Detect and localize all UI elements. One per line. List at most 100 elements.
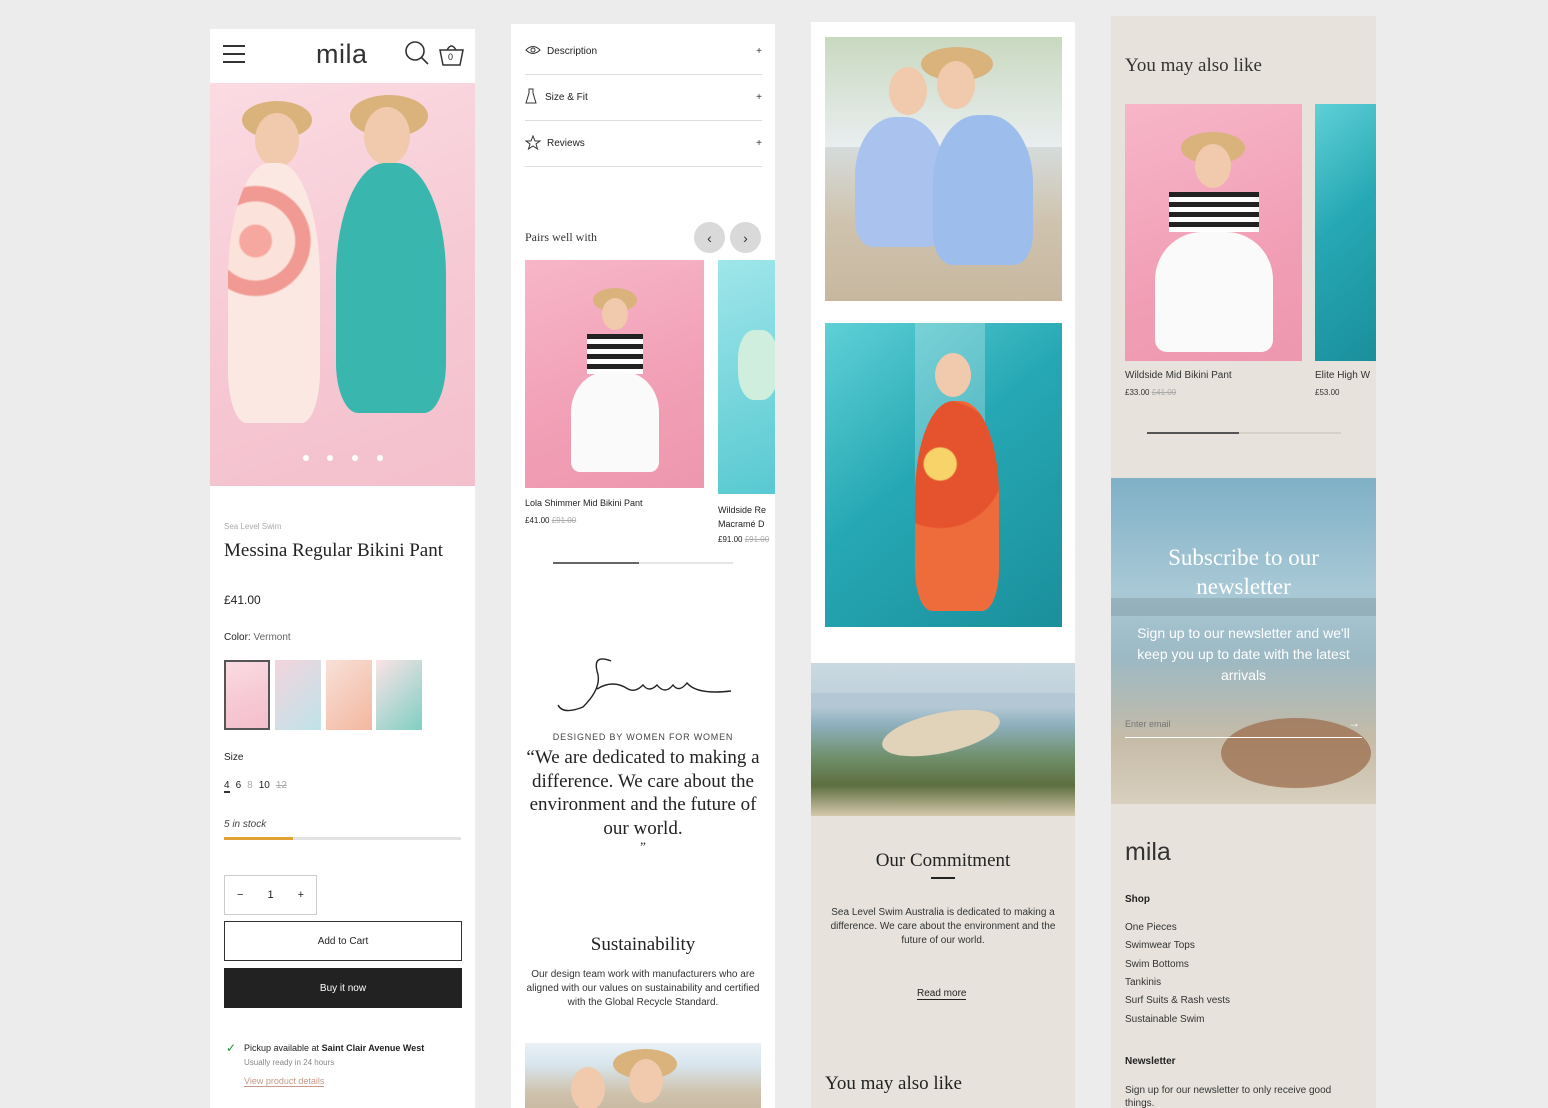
email-input[interactable]	[1125, 719, 1325, 729]
teal-wall-image	[825, 323, 1062, 627]
product-page-panel: mila 0 Sea Level Swim Messina Regular Bi…	[210, 29, 475, 1108]
check-icon: ✓	[226, 1041, 237, 1055]
color-swatch-4[interactable]	[376, 660, 422, 730]
arrow-right-icon[interactable]: →	[1348, 716, 1360, 730]
coastline-image	[811, 663, 1075, 816]
commitment-divider	[931, 877, 955, 879]
footer-link-swimwear-tops[interactable]: Swimwear Tops	[1125, 940, 1195, 951]
size-option-6[interactable]: 6	[236, 780, 242, 793]
product-card-image[interactable]	[525, 260, 704, 488]
footer-link-tankinis[interactable]: Tankinis	[1125, 977, 1161, 988]
carousel-scrollbar-thumb[interactable]	[553, 562, 639, 564]
carousel-dot-3[interactable]	[352, 455, 358, 461]
dress-icon	[525, 88, 537, 107]
size-option-12[interactable]: 12	[276, 780, 287, 793]
search-icon[interactable]	[404, 40, 430, 71]
price: £91.00	[718, 535, 743, 544]
product-price: £41.00	[224, 593, 261, 607]
recommend-scrollbar[interactable]	[1147, 432, 1341, 434]
accordion-reviews[interactable]: Reviews +	[524, 121, 762, 167]
recommend-card-image-2[interactable]	[1315, 104, 1376, 361]
eye-icon	[525, 45, 541, 58]
footer-link-swim-bottoms[interactable]: Swim Bottoms	[1125, 959, 1189, 970]
product-card-image-2[interactable]	[718, 260, 775, 494]
product-brand[interactable]: Sea Level Swim	[224, 522, 281, 531]
recommend-card-name-2[interactable]: Elite High W	[1315, 370, 1370, 381]
old-price: £91.00	[551, 516, 577, 525]
carousel-dot-2[interactable]	[327, 455, 333, 461]
add-to-cart-button[interactable]: Add to Cart	[224, 921, 462, 961]
carousel-dot-1[interactable]	[303, 455, 309, 461]
stock-bar-fill	[224, 837, 293, 840]
carousel-scrollbar[interactable]	[553, 562, 733, 564]
size-option-10[interactable]: 10	[259, 780, 270, 793]
pairs-title: Pairs well with	[525, 230, 597, 244]
product-card-name-2[interactable]: Wildside Re Macramé D	[718, 503, 775, 531]
stock-text: 5 in stock	[224, 819, 267, 830]
pickup-text: Pickup available at Saint Clair Avenue W…	[244, 1043, 469, 1053]
old-price: £41.00	[1151, 388, 1177, 397]
sustainability-body: Our design team work with manufacturers …	[526, 969, 760, 1008]
lifestyle-image	[525, 1043, 761, 1108]
newsletter-heading: Newsletter	[1125, 1056, 1176, 1067]
size-option-4[interactable]: 4	[224, 780, 230, 793]
signature-logo	[553, 649, 733, 719]
also-like-title: You may also like	[1125, 55, 1262, 76]
recommend-scrollbar-thumb[interactable]	[1147, 432, 1239, 434]
pickup-prefix: Pickup available at	[244, 1043, 320, 1053]
cart-count: 0	[448, 52, 454, 62]
footer-link-surf-suits[interactable]: Surf Suits & Rash vests	[1125, 995, 1230, 1006]
shop-heading: Shop	[1125, 894, 1150, 905]
footer-panel: You may also like Wildside Mid Bikini Pa…	[1111, 16, 1376, 1108]
recommend-card-image[interactable]	[1125, 104, 1302, 361]
menu-icon[interactable]	[223, 45, 245, 63]
product-card-price-2: £91.00 £91.00	[718, 535, 769, 544]
product-card-name[interactable]: Lola Shimmer Mid Bikini Pant	[525, 498, 643, 508]
newsletter-title: Subscribe to our newsletter	[1168, 545, 1319, 599]
color-swatch-3[interactable]	[326, 660, 372, 730]
recommend-card-name[interactable]: Wildside Mid Bikini Pant	[1125, 370, 1232, 381]
buy-now-button[interactable]: Buy it now	[224, 968, 462, 1008]
logo[interactable]: mila	[316, 39, 368, 70]
read-more-link[interactable]: Read more	[917, 988, 967, 1000]
details-panel: Description + Size & Fit + Reviews + Pai…	[511, 24, 775, 1108]
qty-plus-button[interactable]: +	[298, 889, 304, 901]
sustainability-title: Sustainability	[590, 934, 696, 955]
plus-icon: +	[756, 92, 762, 103]
prev-arrow-button[interactable]: ‹	[694, 222, 725, 253]
commitment-body: Sea Level Swim Australia is dedicated to…	[830, 907, 1056, 946]
product-hero-image[interactable]	[210, 83, 475, 486]
recommend-card-price: £33.00 £41.00	[1125, 388, 1176, 397]
size-options: 4 6 8 10 12	[224, 780, 293, 793]
price: £33.00	[1125, 388, 1150, 397]
carousel-dot-4[interactable]	[377, 455, 383, 461]
color-swatch-2[interactable]	[275, 660, 321, 730]
plus-icon: +	[756, 46, 762, 57]
also-like-title: You may also like	[825, 1073, 962, 1094]
quote: “We are dedicated to making a difference…	[526, 747, 760, 839]
footer-link-one-pieces[interactable]: One Pieces	[1125, 922, 1177, 933]
cart-icon[interactable]: 0	[437, 41, 466, 67]
newsletter-body: Sign up to our newsletter and we'll keep…	[1137, 625, 1350, 683]
color-swatch-1[interactable]	[224, 660, 270, 730]
product-card-price: £41.00 £91.00	[525, 516, 576, 525]
size-option-8[interactable]: 8	[247, 780, 253, 793]
qty-value[interactable]: 1	[267, 889, 273, 901]
next-arrow-button[interactable]: ›	[730, 222, 761, 253]
commitment-title: Our Commitment	[875, 850, 1011, 871]
qty-minus-button[interactable]: −	[237, 889, 243, 901]
price: £41.00	[525, 516, 550, 525]
color-row: Color: Vermont	[224, 632, 291, 643]
footer-logo[interactable]: mila	[1125, 838, 1171, 867]
accordion-description[interactable]: Description +	[525, 29, 762, 75]
color-value: Vermont	[253, 632, 291, 643]
pickup-location: Saint Clair Avenue West	[321, 1043, 425, 1053]
stock-bar	[224, 837, 461, 840]
footer-link-sustainable-swim[interactable]: Sustainable Swim	[1125, 1014, 1204, 1025]
beach-image	[825, 37, 1062, 301]
quantity-stepper: − 1 +	[224, 875, 317, 915]
view-details-link[interactable]: View product details	[244, 1076, 325, 1087]
email-field[interactable]: →	[1125, 714, 1362, 738]
accordion-size-fit[interactable]: Size & Fit +	[525, 75, 762, 121]
recommend-card-price-2: £53.00	[1315, 388, 1340, 397]
